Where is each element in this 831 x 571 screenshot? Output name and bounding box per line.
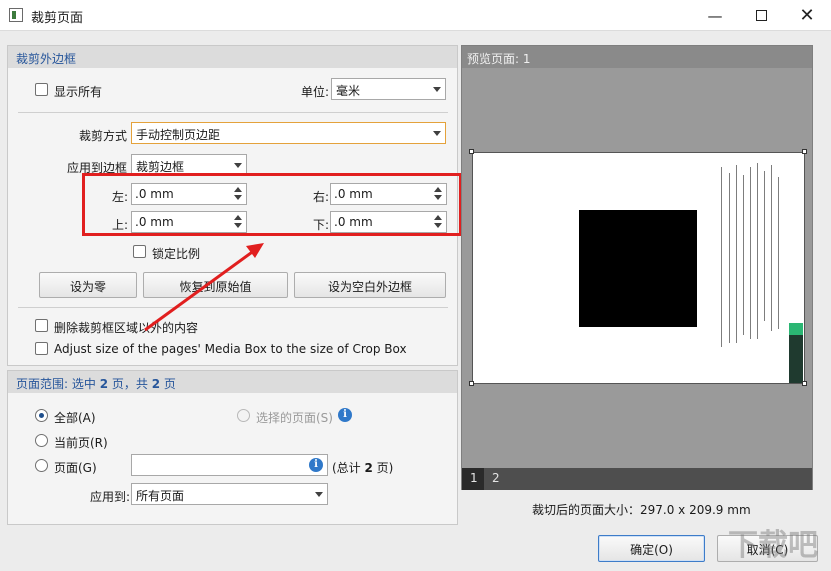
crop-handle-top-right[interactable] (802, 149, 807, 154)
ok-button[interactable]: 确定(O) (598, 535, 705, 562)
pages-radio[interactable] (35, 459, 48, 472)
text-column (750, 167, 751, 339)
chevron-down-icon (315, 492, 323, 497)
current-page-radio[interactable] (35, 434, 48, 447)
pages-input[interactable] (131, 454, 328, 476)
preview-panel: 预览页面: 1 1 2 (461, 45, 813, 490)
current-page-label: 当前页(R) (54, 436, 108, 450)
text-column (721, 167, 722, 347)
page-preview[interactable] (472, 152, 805, 384)
crop-handle-bottom-right[interactable] (802, 381, 807, 386)
pages-label: 页面(G) (54, 461, 97, 475)
text-column (764, 171, 765, 321)
text-column (778, 177, 779, 329)
apply-to-select-value: 所有页面 (136, 489, 185, 503)
total-pages-text: (总计 2 页) (332, 461, 394, 475)
info-icon[interactable]: i (309, 458, 323, 472)
info-icon[interactable]: i (338, 408, 352, 422)
text-column (771, 165, 772, 331)
page-range-title: 页面范围: 选中 2 页，共 2 页 (8, 371, 457, 393)
page-side-logo (789, 323, 803, 335)
cropped-page-size-text: 裁切后的页面大小：297.0 x 209.9 mm (532, 503, 751, 517)
apply-to-label: 应用到: (90, 490, 131, 504)
text-column (729, 173, 730, 343)
selected-pages-radio[interactable] (237, 409, 250, 422)
crop-handle-bottom-left[interactable] (469, 381, 474, 386)
all-pages-label: 全部(A) (54, 411, 96, 425)
page-image (579, 210, 697, 327)
apply-to-select[interactable]: 所有页面 (131, 483, 328, 505)
page-tabs: 1 2 (462, 468, 812, 490)
selected-pages-label: 选择的页面(S) (256, 411, 333, 425)
watermark: 下载吧 (728, 528, 818, 563)
crop-handle-top-left[interactable] (469, 149, 474, 154)
text-column (757, 163, 758, 339)
page-tab-1[interactable]: 1 (462, 468, 484, 490)
text-column (736, 165, 737, 343)
page-tab-2[interactable]: 2 (484, 468, 506, 490)
all-pages-radio[interactable] (35, 409, 48, 422)
preview-title: 预览页面: 1 (462, 46, 812, 68)
page-range-panel: 页面范围: 选中 2 页，共 2 页 全部(A) 选择的页面(S) i 当前页(… (7, 370, 458, 525)
text-column (743, 175, 744, 335)
